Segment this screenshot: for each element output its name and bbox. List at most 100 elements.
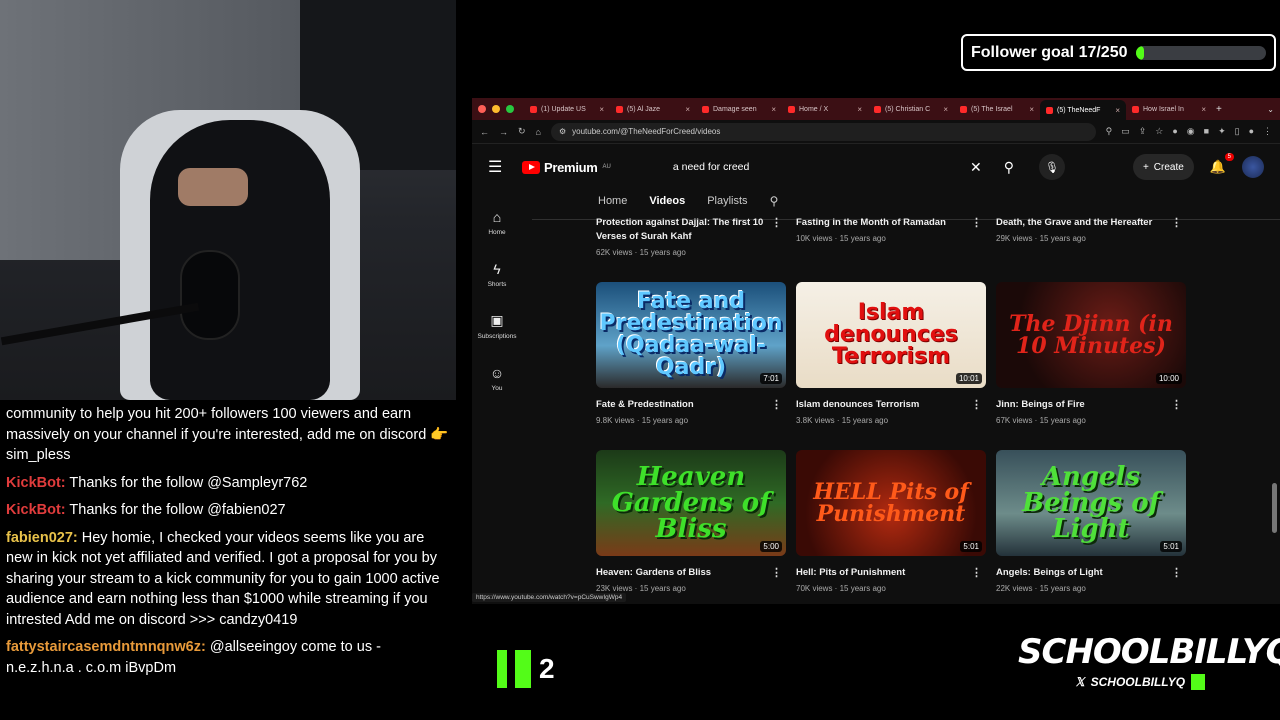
sidebar-item-you[interactable]: ☺ You	[472, 352, 522, 404]
header-right-tools: + Create 🔔 5	[1132, 153, 1264, 180]
video-item[interactable]: Fasting in the Month of Ramadan ⋮ 10K view…	[796, 216, 986, 243]
browser-window: (1) Update US × (5) Al Jaze × Damage seen × Ho…	[472, 98, 1280, 604]
reload-icon[interactable]: ↻	[518, 126, 526, 137]
maximize-window-button[interactable]	[506, 105, 514, 113]
extension-icon[interactable]: ■	[1204, 126, 1209, 137]
tab-close-icon[interactable]: ×	[1029, 105, 1034, 114]
bookmark-star-icon[interactable]: ☆	[1155, 126, 1163, 137]
video-item[interactable]: Angels Beings of Light 5:01 Angels: Beings…	[996, 450, 1186, 593]
more-options-icon[interactable]: ⋮	[1171, 398, 1182, 412]
more-options-icon[interactable]: ⋮	[771, 398, 782, 412]
chat-username[interactable]: KickBot:	[6, 475, 66, 491]
tab-close-icon[interactable]: ×	[943, 105, 948, 114]
tab-videos[interactable]: Videos	[649, 195, 685, 207]
profile-icon[interactable]: ●	[1249, 126, 1254, 137]
sidebar-item-home[interactable]: ⌂ Home	[472, 196, 522, 248]
more-options-icon[interactable]: ⋮	[1171, 216, 1182, 230]
tab-home[interactable]: Home	[598, 195, 627, 207]
chat-username[interactable]: fattystaircasemdntmnqnw6z:	[6, 639, 206, 655]
video-thumbnail[interactable]: Islam denounces Terrorism 10:01	[796, 282, 986, 388]
video-thumbnail[interactable]: Angels Beings of Light 5:01	[996, 450, 1186, 556]
voice-search-icon[interactable]: 🎙	[1038, 154, 1065, 180]
video-title[interactable]: Jinn: Beings of Fire ⋮	[996, 398, 1186, 412]
video-item[interactable]: HELL Pits of Punishment 5:01 Hell: Pits of…	[796, 450, 986, 593]
minimize-window-button[interactable]	[492, 105, 500, 113]
browser-tab[interactable]: Damage seen ×	[696, 105, 782, 114]
video-thumbnail[interactable]: The Djinn (in 10 Minutes) 10:00	[996, 282, 1186, 388]
search-icon[interactable]: ⚲	[991, 159, 1027, 176]
back-icon[interactable]: ←	[480, 127, 489, 137]
video-title-text: Hell: Pits of Punishment	[796, 567, 906, 578]
tab-close-icon[interactable]: ×	[857, 105, 862, 114]
sidebar-item-subscriptions[interactable]: ▣ Subscriptions	[472, 300, 522, 352]
more-options-icon[interactable]: ⋮	[771, 566, 782, 580]
video-item[interactable]: Islam denounces Terrorism 10:01 Islam deno…	[796, 282, 986, 425]
search-input[interactable]: a need for creed	[667, 161, 961, 173]
video-thumbnail[interactable]: Heaven Gardens of Bliss 5:00	[596, 450, 786, 556]
video-item[interactable]: Fate and Predestination (Qadaa-wal-Qadr)…	[596, 282, 786, 425]
browser-tab[interactable]: How Israel In ×	[1126, 105, 1212, 114]
account-avatar[interactable]	[1242, 156, 1264, 178]
browser-menu-icon[interactable]: ⋮	[1263, 126, 1272, 137]
video-title[interactable]: Angels: Beings of Light ⋮	[996, 566, 1186, 580]
tab-menu-icon[interactable]: ⌄	[1267, 105, 1274, 114]
chat-username[interactable]: KickBot:	[6, 502, 66, 518]
more-options-icon[interactable]: ⋮	[971, 566, 982, 580]
sidebar-item-shorts[interactable]: ϟ Shorts	[472, 248, 522, 300]
video-item[interactable]: Heaven Gardens of Bliss 5:00 Heaven: Garde…	[596, 450, 786, 593]
forward-icon[interactable]: →	[499, 127, 508, 137]
video-title[interactable]: Fasting in the Month of Ramadan ⋮	[796, 216, 986, 230]
more-options-icon[interactable]: ⋮	[971, 398, 982, 412]
tab-close-icon[interactable]: ×	[771, 105, 776, 114]
chat-username[interactable]: fabien027:	[6, 530, 78, 546]
home-icon[interactable]: ⌂	[536, 127, 541, 137]
extension-icon[interactable]: ◉	[1187, 126, 1195, 137]
tab-close-icon[interactable]: ×	[685, 105, 690, 114]
video-item[interactable]: Death, the Grave and the Hereafter ⋮ 29K v…	[996, 216, 1186, 243]
more-options-icon[interactable]: ⋮	[971, 216, 982, 230]
video-title[interactable]: Islam denounces Terrorism ⋮	[796, 398, 986, 412]
streamer	[150, 120, 330, 400]
site-info-icon[interactable]: ⚙	[559, 127, 566, 136]
thumbnail-text: HELL Pits of Punishment	[813, 479, 969, 527]
browser-tab[interactable]: (5) TheNeedF ×	[1040, 100, 1126, 120]
video-title[interactable]: Fate & Predestination ⋮	[596, 398, 786, 412]
youtube-logo[interactable]: Premium AU	[522, 160, 611, 175]
notifications-icon[interactable]: 🔔 5	[1210, 153, 1234, 175]
video-title[interactable]: Protection against Dajjal: The first 10 …	[596, 216, 786, 244]
video-thumbnail[interactable]: Fate and Predestination (Qadaa-wal-Qadr)…	[596, 282, 786, 388]
zoom-icon[interactable]: ⚲	[1106, 126, 1113, 137]
side-panel-icon[interactable]: ▯	[1235, 126, 1240, 137]
browser-tab[interactable]: (5) The Israel ×	[954, 105, 1040, 114]
page-scrollbar[interactable]	[1272, 483, 1277, 533]
clear-search-icon[interactable]: ✕	[961, 159, 991, 176]
video-thumbnail[interactable]: HELL Pits of Punishment 5:01	[796, 450, 986, 556]
tab-close-icon[interactable]: ×	[1201, 105, 1206, 114]
browser-tab[interactable]: Home / X ×	[782, 105, 868, 114]
browser-tab[interactable]: (1) Update US ×	[524, 105, 610, 114]
tab-close-icon[interactable]: ×	[599, 105, 604, 114]
browser-tab[interactable]: (5) Al Jaze ×	[610, 105, 696, 114]
share-icon[interactable]: ⇪	[1139, 126, 1147, 137]
address-bar[interactable]: ⚙ youtube.com/@TheNeedForCreed/videos	[550, 122, 1096, 141]
channel-search-icon[interactable]: ⚲	[770, 194, 779, 208]
search-box[interactable]: a need for creed ✕ ⚲	[667, 153, 1027, 181]
hamburger-menu-icon[interactable]: ☰	[488, 157, 518, 177]
create-button[interactable]: + Create	[1132, 154, 1194, 180]
video-item[interactable]: The Djinn (in 10 Minutes) 10:00 Jinn: Bein…	[996, 282, 1186, 425]
cast-icon[interactable]: ▭	[1121, 126, 1130, 137]
extension-icon[interactable]: ●	[1172, 126, 1177, 137]
chat-message: KickBot: Thanks for the follow @Sampleyr…	[6, 473, 450, 494]
tab-playlists[interactable]: Playlists	[707, 195, 747, 207]
video-title[interactable]: Death, the Grave and the Hereafter ⋮	[996, 216, 1186, 230]
video-item[interactable]: Protection against Dajjal: The first 10 …	[596, 216, 786, 257]
browser-tab[interactable]: (5) Christian C ×	[868, 105, 954, 114]
puzzle-icon[interactable]: ✦	[1218, 126, 1226, 137]
video-title[interactable]: Hell: Pits of Punishment ⋮	[796, 566, 986, 580]
more-options-icon[interactable]: ⋮	[771, 216, 782, 230]
close-window-button[interactable]	[478, 105, 486, 113]
tab-close-icon[interactable]: ×	[1115, 106, 1120, 115]
more-options-icon[interactable]: ⋮	[1171, 566, 1182, 580]
video-title[interactable]: Heaven: Gardens of Bliss ⋮	[596, 566, 786, 580]
new-tab-button[interactable]: +	[1216, 104, 1222, 115]
